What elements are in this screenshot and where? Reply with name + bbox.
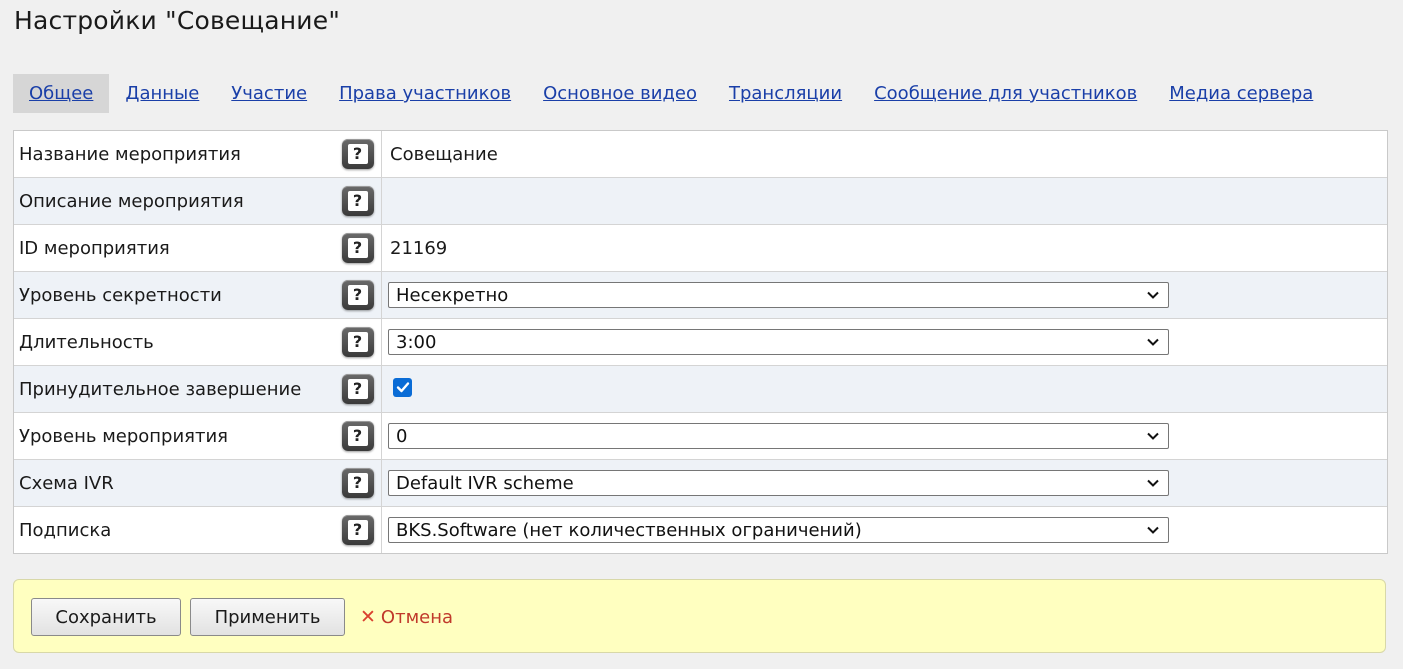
cancel-link[interactable]: ✕ Отмена — [360, 606, 453, 628]
apply-button[interactable]: Применить — [190, 598, 345, 636]
event-id-value: 21169 — [390, 237, 448, 259]
help-glyph: ? — [347, 144, 368, 164]
duration-label: Длительность — [19, 331, 154, 353]
event-level-label: Уровень мероприятия — [19, 425, 229, 447]
chevron-down-icon — [1147, 479, 1159, 487]
help-glyph: ? — [347, 473, 368, 493]
event-name-value: Совещание — [390, 143, 498, 165]
row-forced-end: Принудительное завершение ? — [14, 365, 1387, 412]
event-name-label: Название мероприятия — [19, 143, 241, 165]
event-level-selected: 0 — [396, 425, 408, 447]
checkmark-icon — [396, 382, 409, 393]
row-event-name: Название мероприятия ? Совещание — [14, 131, 1387, 177]
help-icon[interactable]: ? — [341, 233, 374, 263]
event-level-select[interactable]: 0 — [388, 423, 1169, 449]
row-event-id: ID мероприятия ? 21169 — [14, 224, 1387, 271]
help-icon[interactable]: ? — [341, 327, 374, 357]
help-icon[interactable]: ? — [341, 515, 374, 545]
forced-end-checkbox[interactable] — [393, 377, 412, 397]
forced-end-label: Принудительное завершение — [19, 378, 302, 400]
tab-broadcasts[interactable]: Трансляции — [713, 74, 858, 113]
save-button[interactable]: Сохранить — [31, 598, 181, 636]
event-id-label: ID мероприятия — [19, 237, 170, 259]
help-icon[interactable]: ? — [341, 186, 374, 216]
help-icon[interactable]: ? — [341, 280, 374, 310]
duration-select[interactable]: 3:00 — [388, 329, 1169, 355]
help-glyph: ? — [347, 520, 368, 540]
help-glyph: ? — [347, 426, 368, 446]
row-secrecy-level: Уровень секретности ? Несекретно — [14, 271, 1387, 318]
help-icon[interactable]: ? — [341, 139, 374, 169]
ivr-scheme-select[interactable]: Default IVR scheme — [388, 470, 1169, 496]
row-subscription: Подписка ? BKS.Software (нет количествен… — [14, 506, 1387, 553]
event-description-label: Описание мероприятия — [19, 190, 244, 212]
chevron-down-icon — [1147, 432, 1159, 440]
event-description-value — [382, 178, 1387, 224]
duration-selected: 3:00 — [396, 331, 437, 353]
help-glyph: ? — [347, 332, 368, 352]
ivr-scheme-label: Схема IVR — [19, 472, 114, 494]
ivr-scheme-selected: Default IVR scheme — [396, 472, 574, 494]
help-icon[interactable]: ? — [341, 468, 374, 498]
tab-general[interactable]: Общее — [13, 74, 110, 113]
page-title: Настройки "Совещание" — [14, 6, 341, 35]
secrecy-level-selected: Несекретно — [396, 284, 509, 306]
help-icon[interactable]: ? — [341, 374, 374, 404]
action-bar: Сохранить Применить ✕ Отмена — [13, 579, 1386, 653]
chevron-down-icon — [1147, 291, 1159, 299]
secrecy-level-select[interactable]: Несекретно — [388, 282, 1169, 308]
tab-participant-message[interactable]: Сообщение для участников — [858, 74, 1153, 113]
row-ivr-scheme: Схема IVR ? Default IVR scheme — [14, 459, 1387, 506]
tab-media-servers[interactable]: Медиа сервера — [1153, 74, 1329, 113]
tab-participant-rights[interactable]: Права участников — [323, 74, 527, 113]
tab-participation[interactable]: Участие — [215, 74, 323, 113]
help-glyph: ? — [347, 238, 368, 258]
help-glyph: ? — [347, 379, 368, 399]
help-glyph: ? — [347, 191, 368, 211]
row-event-description: Описание мероприятия ? — [14, 177, 1387, 224]
help-glyph: ? — [347, 285, 368, 305]
subscription-selected: BKS.Software (нет количественных огранич… — [396, 519, 862, 541]
cancel-label: Отмена — [380, 606, 454, 628]
subscription-select[interactable]: BKS.Software (нет количественных огранич… — [388, 517, 1169, 543]
row-duration: Длительность ? 3:00 — [14, 318, 1387, 365]
tab-main-video[interactable]: Основное видео — [527, 74, 713, 113]
help-icon[interactable]: ? — [341, 421, 374, 451]
row-event-level: Уровень мероприятия ? 0 — [14, 412, 1387, 459]
secrecy-level-label: Уровень секретности — [19, 284, 222, 306]
subscription-label: Подписка — [19, 519, 112, 541]
chevron-down-icon — [1147, 338, 1159, 346]
chevron-down-icon — [1147, 526, 1159, 534]
settings-table: Название мероприятия ? Совещание Описани… — [13, 130, 1388, 554]
close-icon: ✕ — [360, 606, 376, 628]
tab-bar: Общее Данные Участие Права участников Ос… — [13, 74, 1329, 113]
tab-data[interactable]: Данные — [109, 74, 215, 113]
